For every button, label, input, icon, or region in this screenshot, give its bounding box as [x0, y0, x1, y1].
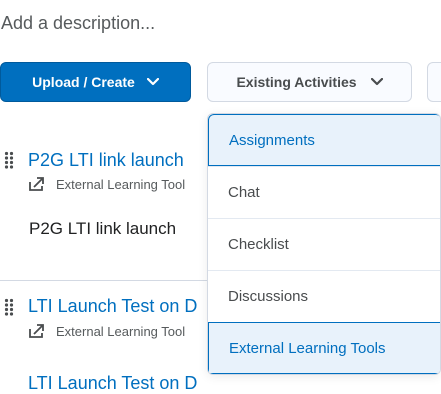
item-type: External Learning Tool — [28, 323, 185, 339]
upload-create-button[interactable]: Upload / Create — [0, 62, 191, 102]
item-title-link[interactable]: P2G LTI link launch — [28, 150, 184, 171]
menu-item-checklist[interactable]: Checklist — [208, 218, 440, 270]
menu-item-discussions[interactable]: Discussions — [208, 270, 440, 322]
drag-handle-icon[interactable] — [4, 298, 14, 316]
external-tool-icon — [28, 323, 46, 339]
chevron-down-icon — [370, 78, 383, 86]
existing-activities-button[interactable]: Existing Activities — [207, 62, 412, 102]
external-tool-icon — [28, 176, 46, 192]
more-button[interactable] — [427, 62, 441, 102]
upload-create-label: Upload / Create — [32, 74, 135, 90]
menu-item-chat[interactable]: Chat — [208, 166, 440, 218]
chevron-down-icon — [146, 78, 159, 86]
item-title-link[interactable]: LTI Launch Test on D — [28, 296, 197, 317]
menu-item-external-learning-tools[interactable]: External Learning Tools — [208, 322, 440, 374]
description-placeholder[interactable]: Add a description... — [1, 13, 155, 34]
existing-activities-label: Existing Activities — [236, 74, 357, 90]
item-type-label: External Learning Tool — [56, 323, 186, 339]
item-description: P2G LTI link launch — [29, 219, 177, 238]
menu-item-assignments[interactable]: Assignments — [208, 114, 440, 166]
item-type: External Learning Tool — [28, 176, 185, 192]
item-title-link[interactable]: LTI Launch Test on D — [28, 373, 197, 394]
drag-handle-icon[interactable] — [4, 151, 14, 169]
item-type-label: External Learning Tool — [56, 176, 186, 192]
existing-activities-menu: Assignments Chat Checklist Discussions E… — [207, 113, 441, 375]
